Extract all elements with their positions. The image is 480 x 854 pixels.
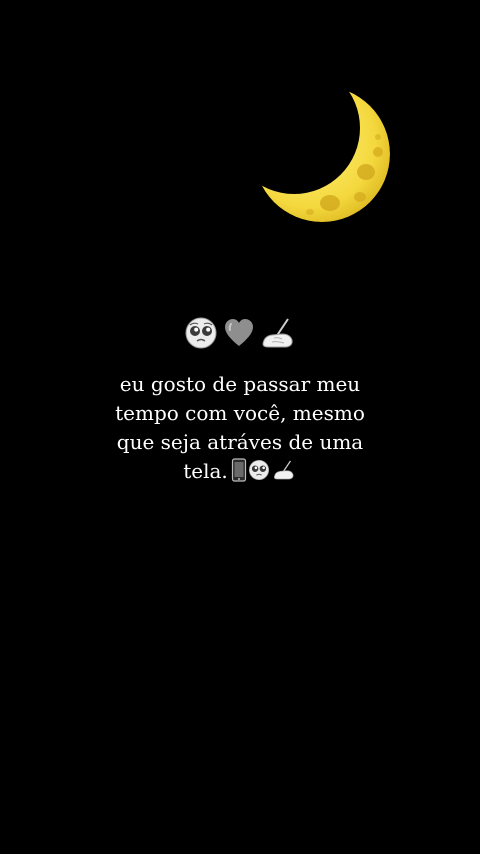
caption-line: tempo com você, mesmo: [115, 401, 365, 425]
caption-last-line: tela.: [40, 457, 440, 486]
pleading-face-icon: [185, 317, 217, 349]
grey-heart-icon: [225, 319, 253, 346]
emoji-row: [0, 316, 480, 350]
pleading-face-icon: [248, 459, 269, 481]
caption-line: eu gosto de passar meu: [119, 372, 361, 396]
crescent-moon-icon: [254, 86, 390, 222]
caption-line: que seja atráves de uma: [116, 430, 364, 454]
story-screen: eu gosto de passar meu tempo com você, m…: [0, 0, 480, 854]
caption-line: tela.: [183, 459, 228, 483]
mobile-phone-icon: [231, 458, 246, 482]
writing-hand-icon: [273, 460, 294, 480]
story-caption: eu gosto de passar meu tempo com você, m…: [40, 370, 440, 486]
inline-emojis: [231, 458, 297, 482]
writing-hand-icon: [262, 318, 293, 348]
